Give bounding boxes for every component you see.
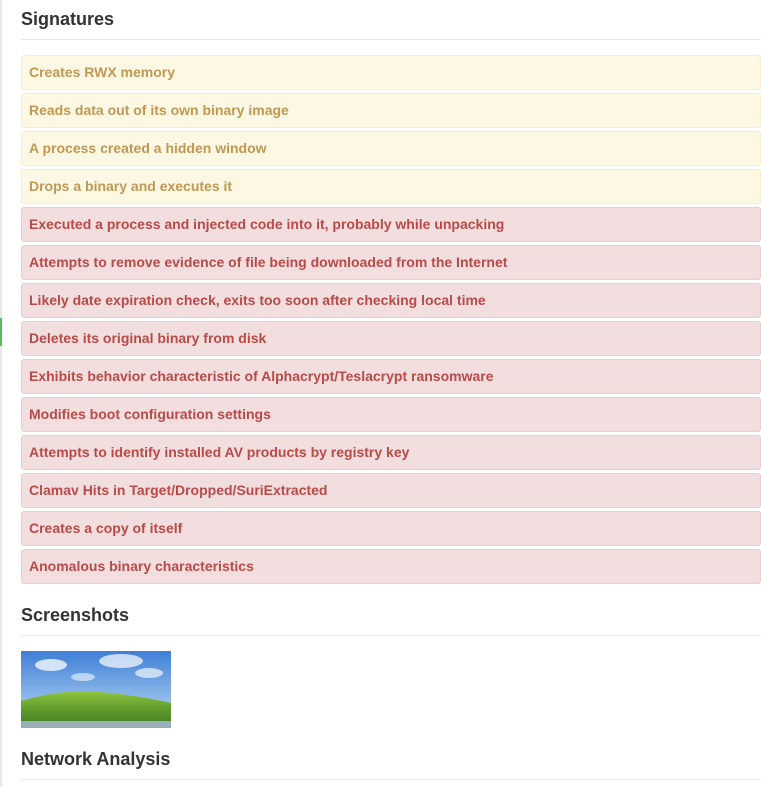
signature-item[interactable]: Reads data out of its own binary image xyxy=(21,93,761,128)
signature-list: Creates RWX memory Reads data out of its… xyxy=(21,55,761,584)
section-divider xyxy=(21,39,761,40)
left-edge-border xyxy=(0,0,2,787)
analysis-content: Signatures Creates RWX memory Reads data… xyxy=(21,0,761,780)
signature-item[interactable]: Modifies boot configuration settings xyxy=(21,397,761,432)
desktop-screenshot-thumbnail[interactable] xyxy=(21,651,171,728)
signature-item[interactable]: Executed a process and injected code int… xyxy=(21,207,761,242)
network-analysis-heading: Network Analysis xyxy=(21,749,171,769)
signature-item[interactable]: Attempts to identify installed AV produc… xyxy=(21,435,761,470)
signature-item[interactable]: Exhibits behavior characteristic of Alph… xyxy=(21,359,761,394)
signature-item[interactable]: Likely date expiration check, exits too … xyxy=(21,283,761,318)
signatures-heading: Signatures xyxy=(21,9,115,29)
left-edge-marker xyxy=(0,318,2,346)
signature-item[interactable]: Attempts to remove evidence of file bein… xyxy=(21,245,761,280)
signature-item[interactable]: Creates RWX memory xyxy=(21,55,761,90)
section-divider xyxy=(21,635,761,636)
signature-item[interactable]: Creates a copy of itself xyxy=(21,511,761,546)
section-divider xyxy=(21,779,761,780)
signature-item[interactable]: A process created a hidden window xyxy=(21,131,761,166)
signature-item[interactable]: Drops a binary and executes it xyxy=(21,169,761,204)
signature-item[interactable]: Clamav Hits in Target/Dropped/SuriExtrac… xyxy=(21,473,761,508)
screenshots-heading: Screenshots xyxy=(21,605,130,625)
signature-item[interactable]: Deletes its original binary from disk xyxy=(21,321,761,356)
signature-item[interactable]: Anomalous binary characteristics xyxy=(21,549,761,584)
